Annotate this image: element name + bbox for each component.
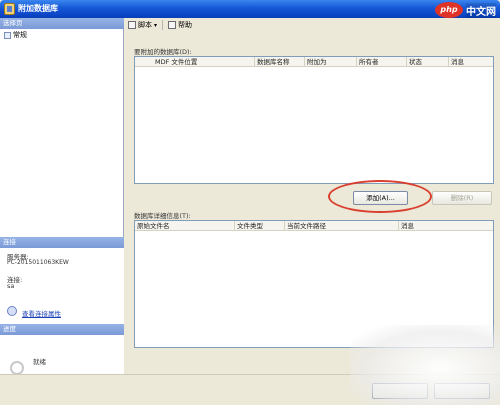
script-icon: [128, 21, 136, 29]
select-page-header: 选择页: [0, 18, 124, 29]
server-value: PC-2015011063KEW: [7, 259, 69, 266]
column-header[interactable]: 消息: [399, 221, 493, 230]
database-details-grid[interactable]: 原始文件名 文件类型 当前文件路径 消息: [134, 220, 494, 348]
column-header[interactable]: 所有者: [357, 57, 407, 66]
script-label: 脚本: [138, 21, 152, 29]
details-grid-header: 原始文件名 文件类型 当前文件路径 消息: [135, 221, 493, 231]
progress-spinner-icon: [10, 361, 24, 375]
column-header[interactable]: 文件类型: [235, 221, 285, 230]
progress-header: 进度: [0, 324, 124, 335]
script-button[interactable]: 脚本 ▾: [128, 20, 157, 30]
title-bar[interactable]: 附加数据库 php 中文网: [0, 0, 500, 18]
column-header[interactable]: 当前文件路径: [285, 221, 399, 230]
connection-header: 连接: [0, 237, 124, 248]
column-header[interactable]: 数据库名称: [255, 57, 305, 66]
column-header[interactable]: MDF 文件位置: [135, 57, 255, 66]
progress-info: 就绪: [0, 335, 124, 375]
database-details-label: 数据库详细信息(T):: [134, 212, 191, 220]
attach-grid-header: MDF 文件位置 数据库名称 附加为 所有者 状态 消息: [135, 57, 493, 67]
column-header[interactable]: 原始文件名: [135, 221, 235, 230]
connection-info: 服务器: PC-2015011063KEW 连接: sa 查看连接属性: [0, 248, 124, 335]
dialog-button-bar: [0, 374, 500, 405]
ok-button[interactable]: [372, 383, 428, 399]
attach-databases-label: 要附加的数据库(D):: [134, 48, 192, 56]
remove-button[interactable]: 删除(R): [432, 191, 492, 205]
help-button[interactable]: 帮助: [168, 20, 192, 30]
column-header[interactable]: 消息: [449, 57, 493, 66]
watermark: php 中文网: [435, 2, 496, 18]
window-title: 附加数据库: [18, 4, 58, 13]
database-icon: [4, 3, 15, 15]
watermark-text: 中文网: [466, 2, 496, 18]
left-panel: 选择页 常规 连接 服务器: PC-2015011063KEW 连接: sa 查…: [0, 18, 124, 375]
nav-item-general[interactable]: 常规: [4, 30, 27, 40]
connection-value: sa: [7, 282, 15, 290]
nav-item-label: 常规: [13, 31, 27, 39]
view-connection-properties-link[interactable]: 查看连接属性: [22, 308, 61, 318]
help-label: 帮助: [178, 21, 193, 29]
help-icon: [168, 21, 177, 29]
watermark-logo: php: [435, 2, 463, 18]
attach-databases-grid[interactable]: MDF 文件位置 数据库名称 附加为 所有者 状态 消息: [134, 56, 494, 184]
column-header[interactable]: 状态: [407, 57, 449, 66]
add-button[interactable]: 添加(A)...: [353, 191, 408, 205]
dialog-client-area: 选择页 常规 连接 服务器: PC-2015011063KEW 连接: sa 查…: [0, 18, 500, 405]
main-panel: 脚本 ▾ 帮助 要附加的数据库(D): MDF 文件位置 数据库名称 附加为 所…: [126, 18, 500, 374]
cancel-button[interactable]: [434, 383, 490, 399]
chevron-down-icon[interactable]: ▾: [154, 22, 157, 29]
connection-properties-icon: [7, 306, 17, 316]
column-header[interactable]: 附加为: [305, 57, 357, 66]
toolbar-separator: [162, 20, 164, 30]
page-icon: [4, 31, 11, 39]
toolbar: 脚本 ▾ 帮助: [126, 18, 500, 32]
progress-status: 就绪: [33, 358, 46, 366]
